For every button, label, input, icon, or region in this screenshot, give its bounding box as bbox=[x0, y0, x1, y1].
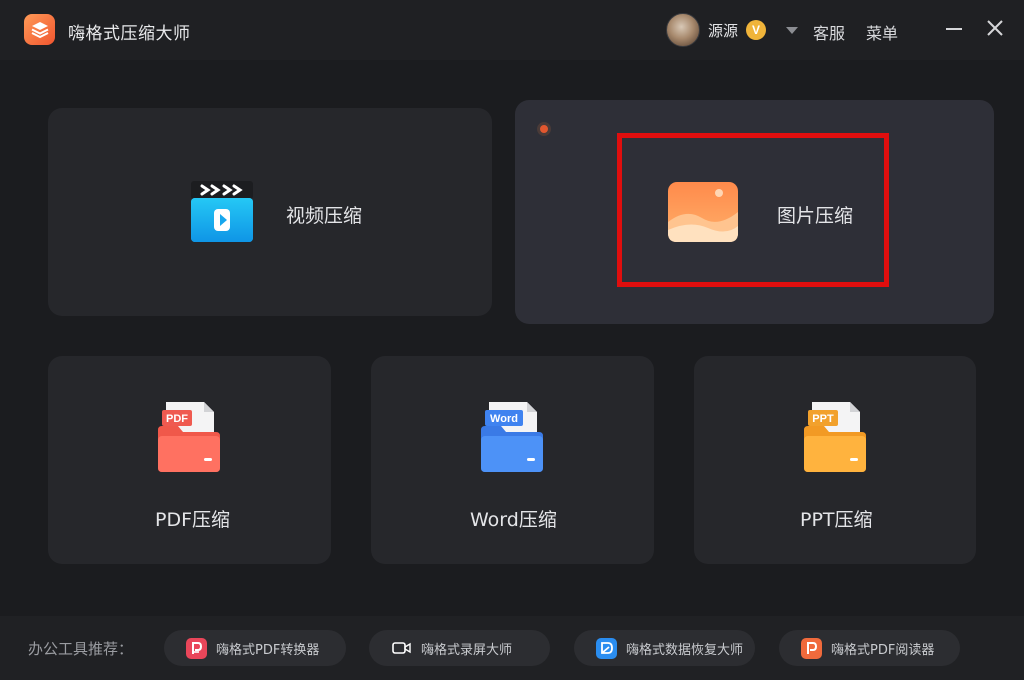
pdf-badge-text: PDF bbox=[166, 413, 188, 425]
title-bar: 嗨格式压缩大师 源源 V 客服 菜单 bbox=[0, 0, 1024, 60]
tool-label: 嗨格式数据恢复大师 bbox=[626, 642, 744, 658]
footer-recommend-label: 办公工具推荐： bbox=[28, 640, 134, 658]
menu-button[interactable]: 菜单 bbox=[866, 20, 898, 44]
vip-badge-icon: V bbox=[746, 20, 767, 40]
video-compress-card[interactable]: 视频压缩 bbox=[48, 108, 492, 316]
tool-data-recovery[interactable]: 嗨格式数据恢复大师 bbox=[574, 630, 755, 666]
tool-label: 嗨格式PDF转换器 bbox=[216, 642, 320, 658]
minimize-button[interactable] bbox=[942, 16, 966, 40]
pdf-converter-icon bbox=[186, 637, 207, 659]
video-clapper-icon bbox=[191, 181, 253, 242]
ppt-badge-text: PPT bbox=[812, 413, 834, 425]
tool-label: 嗨格式录屏大师 bbox=[421, 642, 513, 658]
ppt-compress-label: PPT压缩 bbox=[800, 509, 873, 531]
highlight-box bbox=[617, 133, 889, 287]
pdf-compress-card[interactable]: PDF PDF压缩 bbox=[48, 356, 331, 564]
tool-pdf-reader[interactable]: 嗨格式PDF阅读器 bbox=[779, 630, 960, 666]
close-button[interactable] bbox=[983, 16, 1007, 40]
word-badge-text: Word bbox=[490, 413, 518, 425]
ppt-compress-card[interactable]: PPT PPT压缩 bbox=[694, 356, 976, 564]
ppt-file-icon: PPT bbox=[804, 402, 866, 472]
footer-bar: 办公工具推荐： 嗨格式PDF转换器 嗨格式录屏大师 嗨格式数据恢复大师 嗨格式P… bbox=[0, 616, 1024, 680]
screen-recorder-icon bbox=[391, 638, 412, 659]
notification-dot bbox=[537, 122, 551, 136]
pdf-file-icon: PDF bbox=[158, 402, 220, 472]
pdf-reader-icon bbox=[801, 637, 822, 659]
word-file-icon: Word bbox=[481, 402, 543, 472]
word-compress-card[interactable]: Word Word压缩 bbox=[371, 356, 654, 564]
close-icon bbox=[987, 20, 1003, 36]
data-recovery-icon bbox=[596, 637, 617, 659]
video-compress-label: 视频压缩 bbox=[286, 205, 363, 227]
user-dropdown-icon[interactable] bbox=[786, 27, 798, 34]
app-title: 嗨格式压缩大师 bbox=[68, 24, 191, 44]
minimize-icon bbox=[946, 28, 962, 30]
tool-screen-recorder[interactable]: 嗨格式录屏大师 bbox=[369, 630, 550, 666]
app-logo-icon bbox=[24, 14, 55, 45]
app-window: 嗨格式压缩大师 源源 V 客服 菜单 视频压缩 图片压缩 PDF PDF压缩 W… bbox=[0, 0, 1024, 680]
tool-pdf-converter[interactable]: 嗨格式PDF转换器 bbox=[164, 630, 346, 666]
user-profile[interactable]: 源源 V bbox=[666, 12, 767, 48]
user-name[interactable]: 源源 bbox=[708, 20, 738, 41]
word-compress-label: Word压缩 bbox=[470, 509, 557, 531]
tool-label: 嗨格式PDF阅读器 bbox=[831, 642, 935, 658]
avatar[interactable] bbox=[666, 13, 700, 47]
pdf-compress-label: PDF压缩 bbox=[155, 509, 231, 531]
customer-service-button[interactable]: 客服 bbox=[813, 20, 845, 44]
